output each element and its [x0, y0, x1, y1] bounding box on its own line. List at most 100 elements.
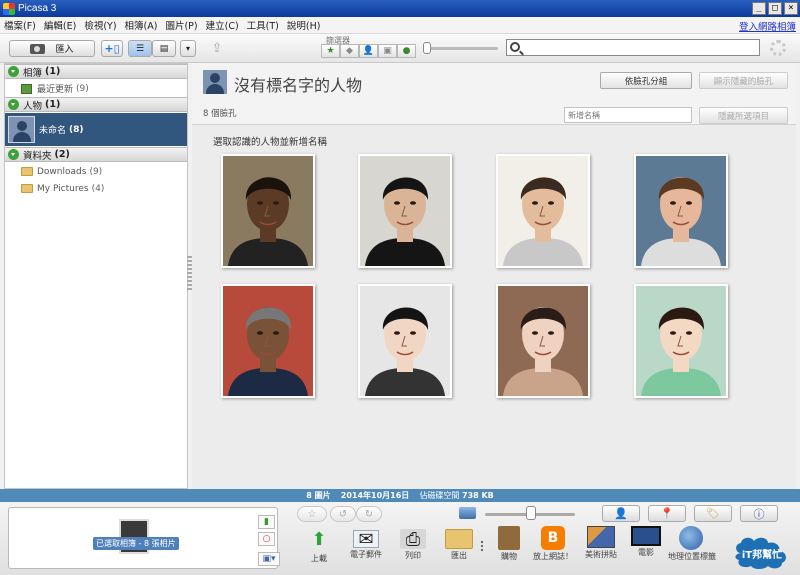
collage-action-button[interactable]: 美術拼貼 [578, 526, 624, 559]
tray-selection-label: 已選取相簿 - 8 張相片 [93, 537, 179, 550]
sidebar-item-unnamed[interactable]: 未命名 (8) [5, 113, 187, 146]
printer-icon: ⎙ [400, 529, 426, 550]
shop-action-button[interactable]: 購物 [486, 526, 532, 561]
face-thumbnail[interactable] [358, 154, 452, 268]
title-bar: Picasa 3 _ □ × [0, 0, 800, 17]
expand-icon[interactable] [8, 99, 19, 110]
face-thumbnail[interactable] [221, 284, 315, 398]
hide-selected-button[interactable]: 隱藏所選項目 [699, 107, 788, 124]
envelope-icon: ✉ [353, 529, 379, 550]
menu-create[interactable]: 建立(C) [206, 18, 239, 32]
action-label: 地理位置標籤 [668, 552, 716, 561]
export-action-button[interactable]: 匯出 [436, 526, 482, 560]
clear-tray-icon[interactable]: ○ [258, 532, 275, 546]
face-thumbnail[interactable] [221, 154, 315, 268]
sidebar-item-recent[interactable]: 最近更新 (9) [5, 81, 187, 96]
face-photo [223, 156, 313, 266]
group-by-face-button[interactable]: 依臉孔分組 [600, 72, 692, 89]
upload-action-button[interactable]: ⬆ 上載 [296, 526, 342, 564]
date-filter-slider-thumb[interactable] [423, 42, 431, 54]
minimize-button[interactable]: _ [752, 2, 766, 15]
movies-filter-button[interactable]: ▣ [378, 44, 397, 58]
face-photo [636, 286, 726, 396]
watermark-text: iT邦幫忙 [742, 548, 782, 561]
close-button[interactable]: × [784, 2, 798, 15]
face-thumbnail[interactable] [634, 154, 728, 268]
face-thumbnail[interactable] [496, 154, 590, 268]
people-panel-button[interactable]: 👤 [602, 505, 640, 522]
albums-section-header[interactable]: 相簿 (1) [5, 64, 187, 79]
folders-section-title: 資料夾 [23, 150, 52, 162]
person-avatar-icon [203, 70, 227, 94]
add-to-album-icon[interactable]: ▣▾ [258, 552, 280, 566]
loading-spinner-icon [770, 40, 786, 56]
menu-tools[interactable]: 工具(T) [247, 18, 279, 32]
web-upload-icon[interactable]: ⇪ [205, 40, 229, 57]
menu-file[interactable]: 檔案(F) [4, 18, 36, 32]
face-thumbnail[interactable] [496, 284, 590, 398]
photo-tray: 已選取相簿 - 8 張相片 ▮ ○ ▣▾ [8, 507, 280, 569]
rotate-right-button[interactable]: ↻ [356, 506, 382, 522]
import-button[interactable]: 匯入 [9, 40, 95, 57]
albums-section-title: 相簿 [23, 67, 43, 79]
menu-view[interactable]: 檢視(Y) [84, 18, 116, 32]
search-input[interactable] [525, 41, 755, 54]
view-options-dropdown[interactable]: ▾ [180, 40, 196, 57]
face-photo [360, 286, 450, 396]
menu-album[interactable]: 相簿(A) [125, 18, 158, 32]
sidebar-item-my-pictures[interactable]: My Pictures (4) [5, 181, 187, 196]
sidebar-item-downloads[interactable]: Downloads (9) [5, 164, 187, 179]
geotag-filter-button[interactable]: ● [397, 44, 416, 58]
page-title: 沒有標名字的人物 [234, 76, 363, 95]
sidebar-item-count: (9) [89, 166, 103, 177]
blog-action-button[interactable]: B 放上網誌！ [530, 526, 576, 561]
signin-web-albums-link[interactable]: 登入網路相簿 [739, 19, 796, 33]
hold-pin-icon[interactable]: ▮ [258, 515, 275, 529]
uploaded-filter-button[interactable]: ◆ [340, 44, 359, 58]
movie-action-button[interactable]: 電影 [623, 526, 669, 557]
action-label: 電子郵件 [350, 550, 382, 559]
tags-panel-button[interactable]: 🏷 [694, 505, 732, 522]
date-filter-slider-track[interactable] [428, 47, 498, 50]
thumbnail-size-slider-thumb[interactable] [526, 506, 536, 520]
geotag-action-button[interactable]: 地理位置標籤 [668, 526, 716, 561]
sidebar-item-label: My Pictures [37, 183, 89, 194]
star-button[interactable]: ☆ [297, 506, 327, 522]
album-header: 沒有標名字的人物 8 個臉孔 依臉孔分組 顯示隱藏的臉孔 隱藏所選項目 [192, 63, 796, 125]
expand-icon[interactable] [8, 66, 19, 77]
upload-arrow-icon: ⬆ [311, 528, 327, 550]
maximize-button[interactable]: □ [768, 2, 782, 15]
face-thumbnail[interactable] [358, 284, 452, 398]
show-hidden-faces-button[interactable]: 顯示隱藏的臉孔 [699, 72, 788, 89]
sidebar-item-label: 最近更新 [37, 85, 74, 95]
people-section-title: 人物 [23, 100, 43, 112]
film-icon [631, 526, 661, 546]
places-panel-button[interactable]: 📍 [648, 505, 686, 522]
action-label: 列印 [405, 551, 421, 560]
list-view-button[interactable]: ☰ [128, 40, 152, 57]
search-box[interactable] [506, 39, 760, 56]
people-section-header[interactable]: 人物 (1) [5, 97, 187, 112]
sidebar-item-count: (9) [76, 83, 89, 94]
menu-edit[interactable]: 編輯(E) [44, 18, 76, 32]
share-image-icon[interactable] [459, 507, 476, 519]
detail-view-button[interactable]: ▤ [152, 40, 176, 57]
print-action-button[interactable]: ⎙ 列印 [390, 526, 436, 560]
email-action-button[interactable]: ✉ 電子郵件 [343, 526, 389, 560]
blogger-icon: B [541, 526, 565, 550]
add-to-album-button[interactable]: +▯ [101, 40, 123, 57]
face-thumbnail[interactable] [634, 284, 728, 398]
folders-section-header[interactable]: 資料夾 (2) [5, 147, 187, 162]
menu-help[interactable]: 說明(H) [287, 18, 321, 32]
sidebar-item-label: Downloads [37, 166, 87, 177]
info-panel-button[interactable]: ⓘ [740, 505, 778, 522]
add-name-input[interactable] [564, 107, 692, 123]
starred-filter-button[interactable]: ★ [321, 44, 340, 58]
albums-section-count: (1) [45, 66, 61, 77]
menu-picture[interactable]: 圖片(P) [165, 18, 197, 32]
faces-filter-button[interactable]: 👤 [359, 44, 378, 58]
expand-icon[interactable] [8, 149, 19, 160]
rotate-left-button[interactable]: ↺ [330, 506, 356, 522]
filter-buttons: ★ ◆ 👤 ▣ ● [321, 44, 416, 58]
ithome-watermark-logo: iT邦幫忙 [735, 537, 786, 569]
